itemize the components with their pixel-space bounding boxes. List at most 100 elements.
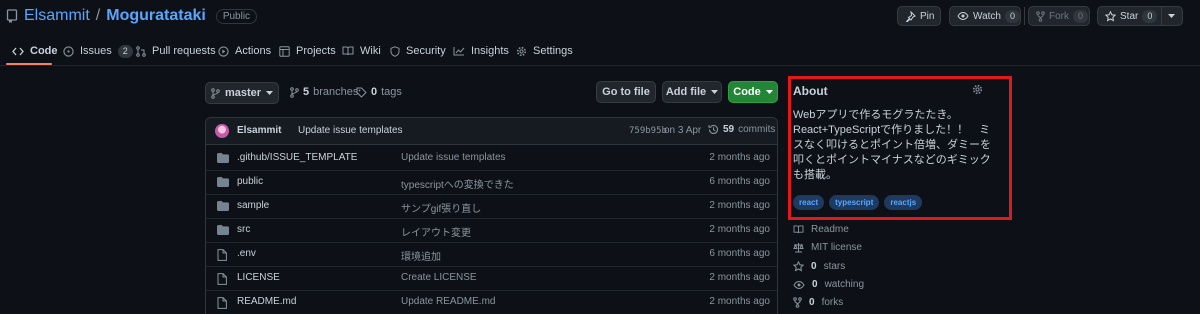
file-commit-message[interactable]: レイアウト変更: [401, 224, 471, 239]
tab-wiki[interactable]: Wiki: [342, 36, 381, 66]
commit-message[interactable]: Update issue templates: [298, 125, 403, 136]
tab-pull-requests[interactable]: Pull requests: [136, 36, 216, 66]
fork-button[interactable]: Fork 0: [1028, 6, 1090, 26]
add-file-label: Add file: [665, 86, 707, 98]
repo-owner-link[interactable]: Elsammit: [24, 7, 90, 25]
forks-link[interactable]: 0 forks: [793, 297, 843, 308]
tab-projects[interactable]: Projects: [279, 36, 336, 66]
about-description-line: Webアプリで作るモグラたたき。: [793, 109, 958, 121]
about-description-line: React+TypeScriptで作りました！！ ミ: [793, 124, 991, 136]
commit-author[interactable]: Elsammit: [237, 125, 281, 136]
file-name[interactable]: src: [237, 224, 250, 235]
file-row[interactable]: src レイアウト変更 2 months ago: [206, 219, 777, 243]
commit-sha[interactable]: 759b95b: [629, 126, 667, 136]
caret-down-icon: [266, 91, 274, 95]
folder-icon: [217, 153, 229, 163]
tab-security-label: Security: [406, 45, 446, 57]
star-dropdown[interactable]: [1161, 7, 1181, 25]
readme-label: Readme: [811, 224, 849, 235]
file-commit-message[interactable]: typescriptへの変換できた: [401, 176, 514, 191]
active-tab-indicator: [6, 63, 52, 65]
pin-button[interactable]: Pin: [897, 6, 941, 26]
tag-icon: [356, 87, 367, 98]
star-icon: [793, 261, 804, 272]
tab-insights[interactable]: Insights: [453, 36, 509, 66]
file-commit-message[interactable]: Update issue templates: [401, 152, 506, 163]
branches-link[interactable]: 5 branches: [290, 86, 358, 98]
license-link[interactable]: MIT license: [793, 242, 862, 253]
tab-settings[interactable]: Settings: [516, 36, 573, 66]
watch-button[interactable]: Watch 0: [949, 6, 1038, 26]
file-row[interactable]: LICENSE Create LICENSE 2 months ago: [206, 267, 777, 291]
avatar[interactable]: [215, 124, 229, 138]
branch-icon: [290, 86, 299, 98]
about-description-line: 叩くとポイントマイナスなどのギミック: [793, 154, 991, 166]
star-button[interactable]: Star 0: [1097, 6, 1183, 26]
caret-down-icon: [765, 90, 773, 94]
file-name[interactable]: .env: [237, 248, 256, 259]
watching-label: watching: [824, 279, 865, 290]
repo-icon: [6, 9, 18, 23]
license-label: MIT license: [811, 242, 862, 253]
tab-code[interactable]: Code: [12, 36, 58, 66]
file-commit-message[interactable]: Update README.md: [401, 296, 495, 307]
repo-header: Elsammit / Moguratataki Public: [6, 7, 258, 25]
visibility-badge: Public: [215, 8, 258, 24]
tab-security[interactable]: Security: [390, 36, 446, 66]
topic-tag[interactable]: reactjs: [884, 195, 923, 210]
file-name[interactable]: LICENSE: [237, 272, 280, 283]
issues-count-badge: 2: [117, 44, 133, 58]
code-button[interactable]: Code: [728, 81, 778, 103]
latest-commit-row: Elsammit Update issue templates 759b95b …: [206, 118, 777, 145]
gear-icon[interactable]: [972, 84, 983, 95]
tab-issues-label: Issues: [80, 45, 112, 57]
tab-insights-label: Insights: [471, 45, 509, 57]
topic-tag[interactable]: react: [793, 195, 825, 210]
tab-projects-label: Projects: [296, 45, 336, 57]
file-row[interactable]: public typescriptへの変換できた 6 months ago: [206, 171, 777, 195]
play-icon: [218, 45, 229, 57]
tab-actions[interactable]: Actions: [218, 36, 271, 66]
file-name[interactable]: sample: [237, 200, 269, 211]
file-row[interactable]: .env 環境追加 6 months ago: [206, 243, 777, 267]
pin-icon: [905, 10, 916, 22]
commits-link[interactable]: 59 commits: [708, 124, 775, 135]
watching-link[interactable]: 0 watching: [793, 279, 864, 290]
file-commit-message[interactable]: サンプgif張り直し: [401, 200, 481, 215]
file-age: 2 months ago: [709, 152, 770, 163]
stars-label: stars: [823, 261, 846, 272]
file-commit-message[interactable]: Create LICENSE: [401, 272, 477, 283]
tags-label: tags: [381, 86, 402, 98]
branches-count: 5: [303, 86, 310, 98]
file-commit-message[interactable]: 環境追加: [401, 248, 441, 263]
file-name[interactable]: README.md: [237, 296, 296, 307]
branch-select-button[interactable]: master: [205, 82, 279, 104]
watching-count: 0: [812, 279, 818, 290]
tags-link[interactable]: 0 tags: [356, 86, 402, 98]
file-name[interactable]: .github/ISSUE_TEMPLATE: [237, 152, 357, 163]
file-age: 6 months ago: [709, 248, 770, 259]
tab-issues[interactable]: Issues 2: [63, 36, 133, 66]
file-name[interactable]: public: [237, 176, 263, 187]
add-file-button[interactable]: Add file: [662, 81, 722, 103]
star-icon: [1105, 10, 1116, 22]
file-age: 2 months ago: [709, 200, 770, 211]
go-to-file-button[interactable]: Go to file: [596, 81, 656, 103]
branch-icon: [211, 87, 220, 99]
branch-name: master: [224, 87, 262, 99]
stars-link[interactable]: 0 stars: [793, 261, 845, 272]
gear-icon: [516, 46, 527, 57]
file-row[interactable]: .github/ISSUE_TEMPLATE Update issue temp…: [206, 147, 777, 171]
file-icon: [217, 273, 227, 285]
topic-tag[interactable]: typescript: [829, 195, 880, 210]
about-description: Webアプリで作るモグラたたき。 React+TypeScriptで作りました！…: [793, 108, 993, 183]
file-row[interactable]: README.md Update README.md 2 months ago: [206, 291, 777, 314]
repo-name-link[interactable]: Moguratataki: [106, 7, 206, 25]
law-icon: [793, 242, 804, 253]
about-title: About: [793, 84, 828, 98]
forks-count: 0: [809, 297, 815, 308]
readme-link[interactable]: Readme: [793, 224, 849, 235]
repo-nav: Code Issues 2 Pull requests Actions Proj…: [0, 36, 1200, 66]
stars-count: 0: [811, 261, 817, 272]
file-row[interactable]: sample サンプgif張り直し 2 months ago: [206, 195, 777, 219]
